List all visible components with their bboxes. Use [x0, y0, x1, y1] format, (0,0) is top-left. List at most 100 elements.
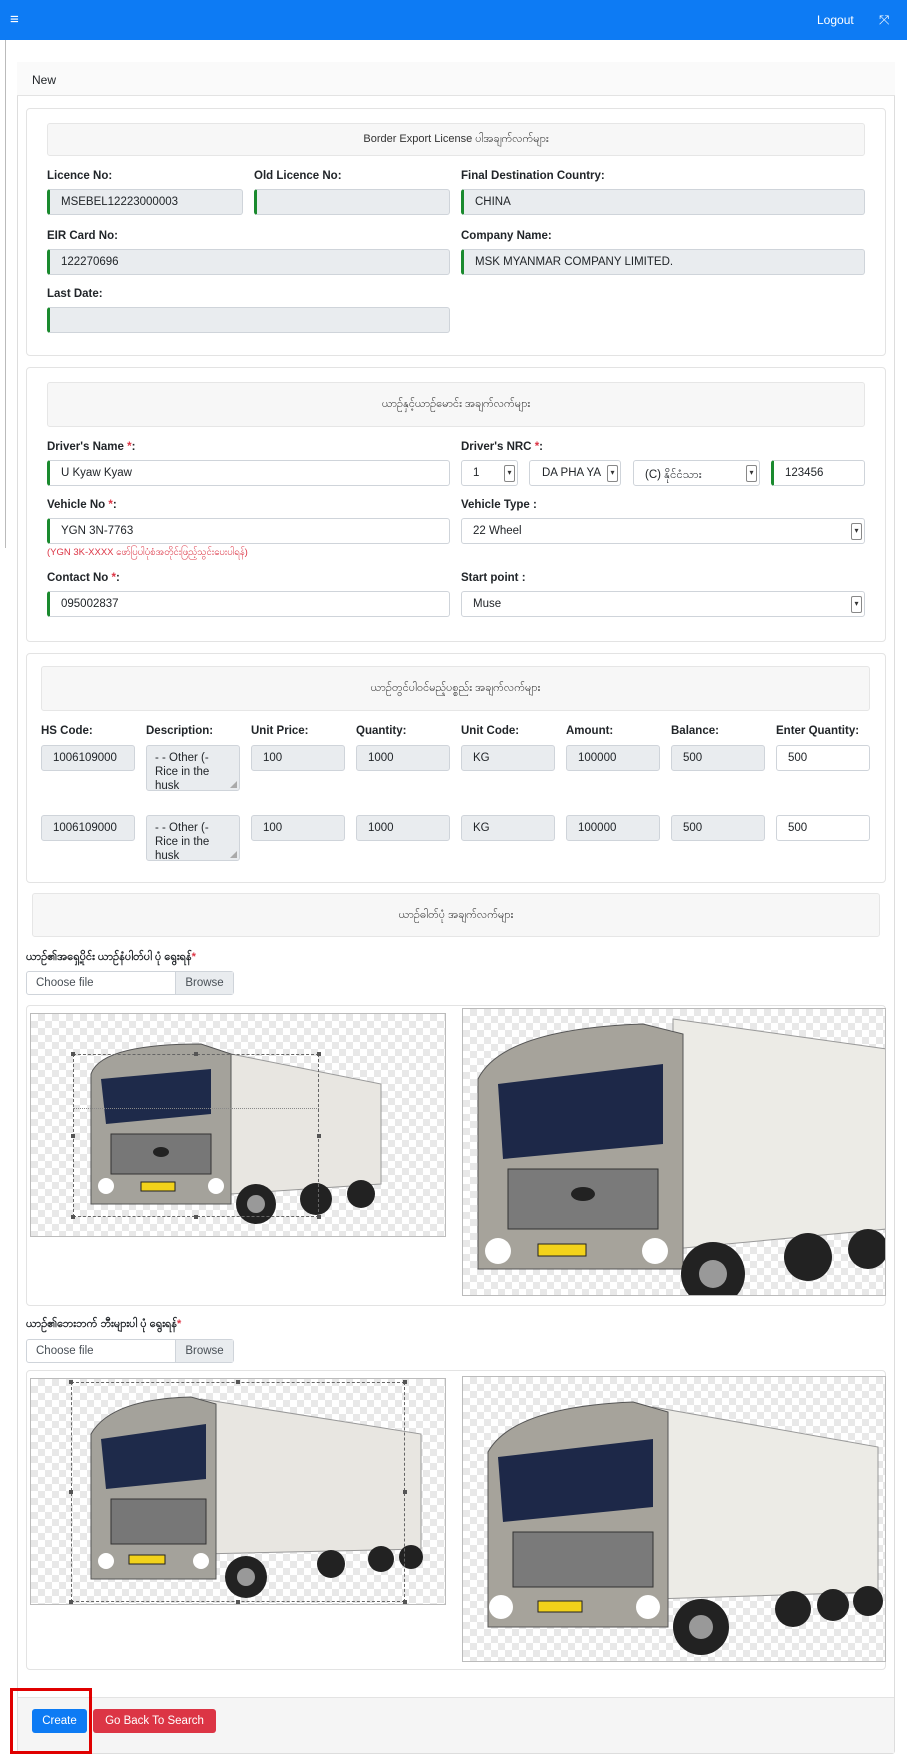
photos-section-title-text: ယာဉ်ဓါတ်ပုံ အချက်လက်များ — [398, 909, 514, 921]
page-title: New — [32, 73, 57, 87]
crop-handle[interactable] — [236, 1380, 240, 1384]
col-balance: Balance: — [671, 725, 719, 737]
eir-field: 122270696 — [47, 249, 450, 275]
eir-label: EIR Card No: — [47, 230, 118, 242]
nrc-town-select[interactable]: DA PHA YA — [529, 460, 621, 486]
col-amount: Amount: — [566, 725, 614, 737]
logout-link[interactable]: Logout — [817, 13, 854, 27]
crop-handle[interactable] — [194, 1052, 198, 1056]
start-point-label: Start point : — [461, 572, 526, 584]
colon: : — [131, 441, 136, 453]
row1-enter-quantity[interactable]: 500 — [776, 745, 870, 771]
row2-quantity: 1000 — [356, 815, 450, 841]
row2-unit-code: KG — [461, 815, 555, 841]
row2-unit-price: 100 — [251, 815, 345, 841]
crop-handle[interactable] — [69, 1490, 73, 1494]
col-description: Description: — [146, 725, 214, 737]
go-back-button[interactable]: Go Back To Search — [93, 1709, 216, 1733]
file-name-text: Choose file — [36, 977, 94, 989]
vehicle-no-hint: (YGN 3K-XXXX ဖော်ပြပါပုံစံအတိုင်းဖြည့်သွ… — [47, 547, 248, 558]
driver-name-label: Driver's Name *: — [47, 441, 135, 453]
row2-hs-code: 1006109000 — [41, 815, 135, 841]
crop-box[interactable] — [73, 1054, 319, 1217]
truck-front-preview-icon — [477, 1018, 885, 1295]
crop-handle[interactable] — [403, 1600, 407, 1604]
front-photo-label-text: ယာဉ်၏အရှေ့ပိုင်း ယာဉ်နံပါတ်ပါ ပုံ ရွေးရန… — [26, 951, 192, 963]
goods-section-title: ယာဉ်တွင်ပါဝင်မည့်ပစ္စည်း အချက်လက်များ — [41, 666, 870, 711]
start-point-select[interactable]: Muse — [461, 591, 865, 617]
crop-handle[interactable] — [317, 1134, 321, 1138]
crop-handle[interactable] — [71, 1215, 75, 1219]
front-crop-editor[interactable] — [30, 1013, 446, 1237]
crop-handle[interactable] — [71, 1052, 75, 1056]
contact-label: Contact No *: — [47, 572, 120, 584]
crop-handle[interactable] — [69, 1600, 73, 1604]
front-photo-file-input[interactable]: Choose file Browse — [26, 971, 234, 995]
side-photo-preview — [462, 1376, 886, 1662]
vehicle-no-input[interactable]: YGN 3N-7763 — [47, 518, 450, 544]
crop-handle[interactable] — [194, 1215, 198, 1219]
crop-handle[interactable] — [69, 1380, 73, 1384]
contact-input[interactable]: 095002837 — [47, 591, 450, 617]
old-licence-field — [254, 189, 450, 215]
row1-hs-code: 1006109000 — [41, 745, 135, 771]
row1-unit-price: 100 — [251, 745, 345, 771]
photos-section-title: ယာဉ်ဓါတ်ပုံ အချက်လက်များ — [32, 893, 880, 937]
vehicle-no-label-text: Vehicle No — [47, 499, 109, 511]
truck-side-preview-icon — [487, 1401, 883, 1655]
col-enter-quantity: Enter Quantity: — [776, 725, 860, 737]
crop-box[interactable] — [71, 1382, 405, 1602]
company-field: MSK MYANMAR COMPANY LIMITED. — [461, 249, 865, 275]
crop-handle[interactable] — [403, 1490, 407, 1494]
file-name-text: Choose file — [36, 1345, 94, 1357]
row1-unit-code: KG — [461, 745, 555, 771]
side-photo-label: ယာဉ်၏ဘေးဘက် ဘီးများပါ ပုံ ရွေးရန်* — [26, 1317, 181, 1333]
row2-amount: 100000 — [566, 815, 660, 841]
driver-nrc-label-text: Driver's NRC — [461, 441, 535, 453]
row2-description: - - Other (- Rice in the husk — [146, 815, 240, 861]
crop-handle[interactable] — [317, 1052, 321, 1056]
required-star: * — [177, 1318, 182, 1330]
crop-handle[interactable] — [403, 1380, 407, 1384]
final-dest-label: Final Destination Country: — [461, 170, 605, 182]
license-section-title: Border Export License ပါအချက်လက်များ — [47, 123, 865, 156]
licence-no-field: MSEBEL12223000003 — [47, 189, 243, 215]
colon: : — [116, 572, 120, 584]
goods-section-title-text: ယာဉ်တွင်ပါဝင်မည့်ပစ္စည်း အချက်လက်များ — [370, 682, 541, 694]
nrc-type-select[interactable]: (C) နိုင်ငံသား — [633, 460, 760, 486]
crop-handle[interactable] — [236, 1600, 240, 1604]
crop-handle[interactable] — [317, 1215, 321, 1219]
front-photo-preview — [462, 1008, 886, 1296]
final-dest-field: CHINA — [461, 189, 865, 215]
old-licence-label: Old Licence No: — [254, 170, 342, 182]
licence-no-label: Licence No: — [47, 170, 113, 182]
crop-handle[interactable] — [71, 1134, 75, 1138]
browse-button[interactable]: Browse — [175, 1340, 233, 1362]
last-date-field — [47, 307, 450, 333]
vehicle-type-select[interactable]: 22 Wheel — [461, 518, 865, 544]
nrc-number-input[interactable]: 123456 — [771, 460, 865, 486]
driver-section-title: ယာဉ်နှင့်ယာဉ်မောင်း အချက်လက်များ — [47, 382, 865, 427]
front-photo-label: ယာဉ်၏အရှေ့ပိုင်း ယာဉ်နံပါတ်ပါ ပုံ ရွေးရန… — [26, 950, 196, 966]
row1-balance: 500 — [671, 745, 765, 771]
row2-enter-quantity[interactable]: 500 — [776, 815, 870, 841]
company-label: Company Name: — [461, 230, 552, 242]
top-navbar: ≡ Logout ⤧ — [0, 0, 907, 40]
driver-nrc-label: Driver's NRC *: — [461, 441, 543, 453]
contact-label-text: Contact No — [47, 572, 112, 584]
browse-button[interactable]: Browse — [175, 972, 233, 994]
side-crop-editor[interactable] — [30, 1378, 446, 1605]
driver-name-input[interactable]: U Kyaw Kyaw — [47, 460, 450, 486]
nrc-state-select[interactable]: 1 — [461, 460, 518, 486]
driver-section-title-text: ယာဉ်နှင့်ယာဉ်မောင်း အချက်လက်များ — [381, 398, 531, 410]
row1-amount: 100000 — [566, 745, 660, 771]
hamburger-menu-icon[interactable]: ≡ — [10, 11, 19, 28]
last-date-label: Last Date: — [47, 288, 103, 300]
vehicle-type-label: Vehicle Type : — [461, 499, 537, 511]
side-photo-file-input[interactable]: Choose file Browse — [26, 1339, 234, 1363]
crop-box[interactable] — [73, 1108, 319, 1109]
col-quantity: Quantity: — [356, 725, 407, 737]
row1-description: - - Other (- Rice in the husk — [146, 745, 240, 791]
fullscreen-icon[interactable]: ⤧ — [879, 12, 889, 28]
row1-quantity: 1000 — [356, 745, 450, 771]
